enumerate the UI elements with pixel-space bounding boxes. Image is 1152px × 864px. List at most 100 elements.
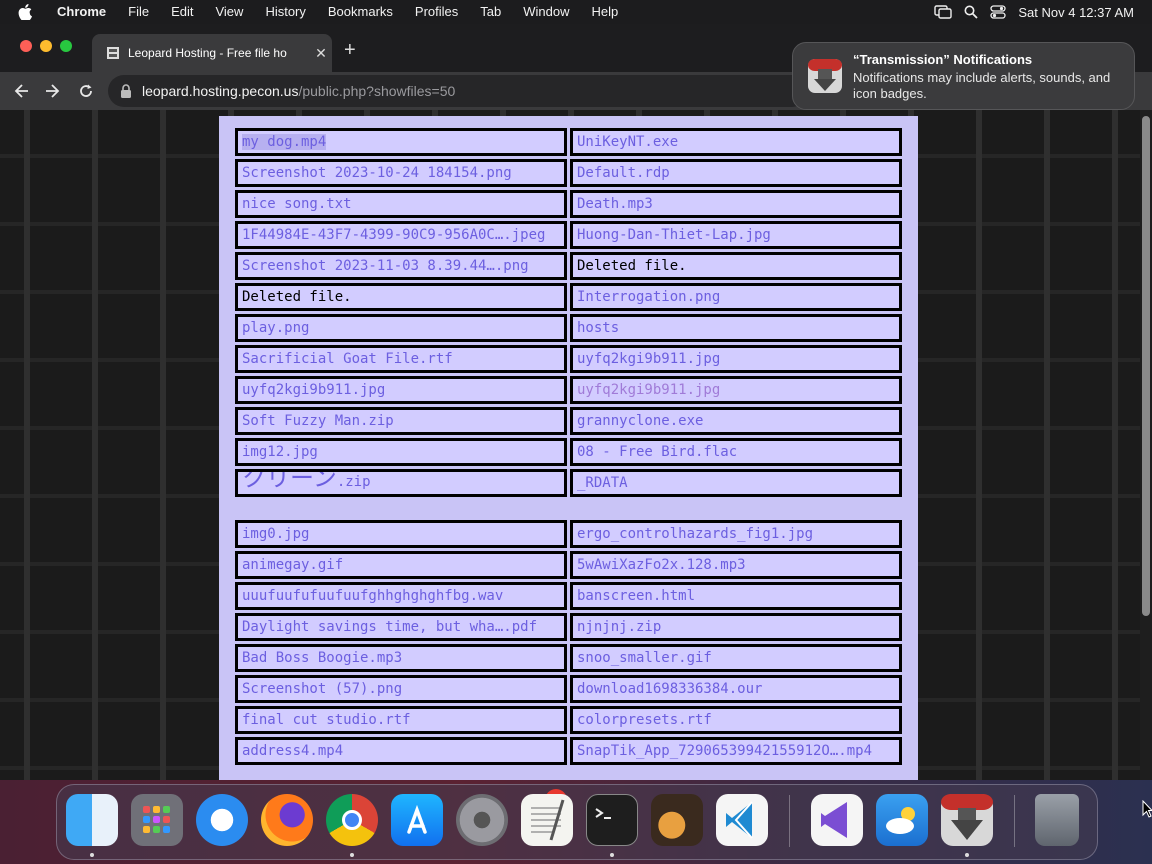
file-link-left[interactable]: address4.mp4 — [235, 737, 567, 765]
file-link-right[interactable]: 08 - Free Bird.flac — [570, 438, 902, 466]
file-name: Death.mp3 — [577, 196, 653, 212]
file-row: Bad Boss Boogie.mp3 snoo_smaller.gif — [235, 644, 902, 672]
close-window-button[interactable] — [20, 40, 32, 52]
menu-view[interactable]: View — [204, 0, 254, 24]
file-link-left[interactable]: Soft Fuzzy Man.zip — [235, 407, 567, 435]
file-link-right[interactable]: banscreen.html — [570, 582, 902, 610]
scrollbar-thumb[interactable] — [1142, 116, 1150, 616]
transmission-running-indicator — [965, 853, 969, 857]
reload-button[interactable] — [75, 80, 97, 102]
file-link-right[interactable]: Default.rdp — [570, 159, 902, 187]
menu-help[interactable]: Help — [581, 0, 630, 24]
control-center-icon[interactable] — [990, 5, 1007, 19]
apple-menu-icon[interactable] — [18, 4, 32, 20]
file-link-left: Deleted file. — [235, 283, 567, 311]
file-link-left[interactable]: play.png — [235, 314, 567, 342]
file-link-left[interactable]: Screenshot 2023-10-24 184154.png — [235, 159, 567, 187]
transmission-dock-icon[interactable] — [941, 794, 993, 846]
file-name: _RDATA — [577, 475, 628, 491]
file-name: Sacrificial Goat File.rtf — [242, 351, 453, 367]
file-link-left[interactable]: Sacrificial Goat File.rtf — [235, 345, 567, 373]
file-link-right[interactable]: SnapTik_App_72906539942155912O….mp4 — [570, 737, 902, 765]
menu-edit[interactable]: Edit — [160, 0, 204, 24]
file-row: Soft Fuzzy Man.zip grannyclone.exe — [235, 407, 902, 435]
menu-file[interactable]: File — [117, 0, 160, 24]
close-tab-icon[interactable]: ✕ — [310, 45, 332, 62]
file-link-right[interactable]: Death.mp3 — [570, 190, 902, 218]
menu-profiles[interactable]: Profiles — [404, 0, 469, 24]
chrome-icon[interactable] — [326, 794, 378, 846]
file-link-right[interactable]: Interrogation.png — [570, 283, 902, 311]
finder-icon[interactable] — [66, 794, 118, 846]
file-name: my dog.mp4 — [242, 134, 327, 150]
system-settings-icon[interactable] — [456, 794, 508, 846]
trash-icon[interactable] — [1035, 794, 1079, 846]
file-name: njnjnj.zip — [577, 619, 662, 635]
vertical-scrollbar[interactable] — [1140, 110, 1152, 780]
menu-tab[interactable]: Tab — [469, 0, 512, 24]
menu-window[interactable]: Window — [512, 0, 580, 24]
file-link-right[interactable]: snoo_smaller.gif — [570, 644, 902, 672]
notification-banner[interactable]: “Transmission” Notifications Notificatio… — [792, 42, 1135, 110]
file-link-left[interactable]: Bad Boss Boogie.mp3 — [235, 644, 567, 672]
visual-studio-icon[interactable] — [811, 794, 863, 846]
file-link-left[interactable]: my dog.mp4 — [235, 128, 567, 156]
file-link-left[interactable]: Screenshot 2023-11-03 8.39.44….png — [235, 252, 567, 280]
file-link-right[interactable]: Huong-Dan-Thiet-Lap.jpg — [570, 221, 902, 249]
file-row: ブルースクリーン&レッドスクリーン.zip _RDATA — [235, 469, 902, 497]
weather-icon[interactable] — [876, 794, 928, 846]
file-link-left[interactable]: Daylight savings time, but wha….pdf — [235, 613, 567, 641]
spotlight-search-icon[interactable] — [964, 5, 979, 19]
file-link-right[interactable]: hosts — [570, 314, 902, 342]
file-link-right[interactable]: download1698336384.our — [570, 675, 902, 703]
file-link-left[interactable]: final cut studio.rtf — [235, 706, 567, 734]
file-link-left[interactable]: ブルースクリーン&レッドスクリーン.zip — [235, 469, 567, 497]
forward-button[interactable] — [42, 80, 64, 102]
file-link-left[interactable]: uyfq2kgi9b911.jpg — [235, 376, 567, 404]
file-extension: .zip — [336, 474, 371, 490]
zoom-window-button[interactable] — [60, 40, 72, 52]
file-link-right[interactable]: 5wAwiXazFo2x.128.mp3 — [570, 551, 902, 579]
textedit-icon[interactable] — [521, 794, 573, 846]
new-tab-button[interactable]: + — [344, 40, 356, 60]
file-link-right[interactable]: uyfq2kgi9b911.jpg — [570, 376, 902, 404]
menu-bookmarks[interactable]: Bookmarks — [317, 0, 404, 24]
file-link-right[interactable]: njnjnj.zip — [570, 613, 902, 641]
file-name: Screenshot 2023-11-03 8.39.44….png — [242, 258, 529, 274]
menu-history[interactable]: History — [254, 0, 316, 24]
file-link-left[interactable]: animegay.gif — [235, 551, 567, 579]
file-name: Screenshot (57).png — [242, 681, 403, 697]
address-bar[interactable]: leopard.hosting.pecon.us /public.php?sho… — [108, 75, 808, 107]
file-link-left[interactable]: img12.jpg — [235, 438, 567, 466]
file-link-left[interactable]: uuufuufufuufuufghhghghghfbg.wav — [235, 582, 567, 610]
lock-icon[interactable] — [120, 84, 132, 98]
launchpad-icon[interactable] — [131, 794, 183, 846]
file-name: Huong-Dan-Thiet-Lap.jpg — [577, 227, 771, 243]
safari-icon[interactable] — [196, 794, 248, 846]
menu-clock[interactable]: Sat Nov 4 12:37 AM — [1018, 5, 1134, 20]
page-viewport[interactable]: my dog.mp4 UniKeyNT.exe Screenshot 2023-10… — [0, 110, 1140, 780]
terminal-icon[interactable] — [586, 794, 638, 846]
file-link-left[interactable]: Screenshot (57).png — [235, 675, 567, 703]
file-link-left[interactable]: 1F44984E-43F7-4399-90C9-956A0C….jpeg — [235, 221, 567, 249]
file-link-right[interactable]: uyfq2kgi9b911.jpg — [570, 345, 902, 373]
back-button[interactable] — [10, 80, 32, 102]
file-link-left[interactable]: img0.jpg — [235, 520, 567, 548]
vscode-icon[interactable] — [716, 794, 768, 846]
minimize-window-button[interactable] — [40, 40, 52, 52]
menu-app-name[interactable]: Chrome — [46, 0, 117, 24]
garageband-icon[interactable] — [651, 794, 703, 846]
file-link-right[interactable]: UniKeyNT.exe — [570, 128, 902, 156]
firefox-icon[interactable] — [261, 794, 313, 846]
file-row: uyfq2kgi9b911.jpg uyfq2kgi9b911.jpg — [235, 376, 902, 404]
terminal-running-indicator — [610, 853, 614, 857]
screen-mirroring-icon[interactable] — [934, 5, 953, 19]
file-link-right[interactable]: colorpresets.rtf — [570, 706, 902, 734]
app-store-icon[interactable] — [391, 794, 443, 846]
file-link-right[interactable]: _RDATA — [570, 469, 902, 497]
vscode-logo-icon — [726, 801, 753, 839]
file-link-left[interactable]: nice song.txt — [235, 190, 567, 218]
file-link-right[interactable]: ergo_controlhazards_fig1.jpg — [570, 520, 902, 548]
file-link-right[interactable]: grannyclone.exe — [570, 407, 902, 435]
tab-leopard-hosting[interactable]: Leopard Hosting - Free file ho ✕ — [92, 34, 332, 72]
